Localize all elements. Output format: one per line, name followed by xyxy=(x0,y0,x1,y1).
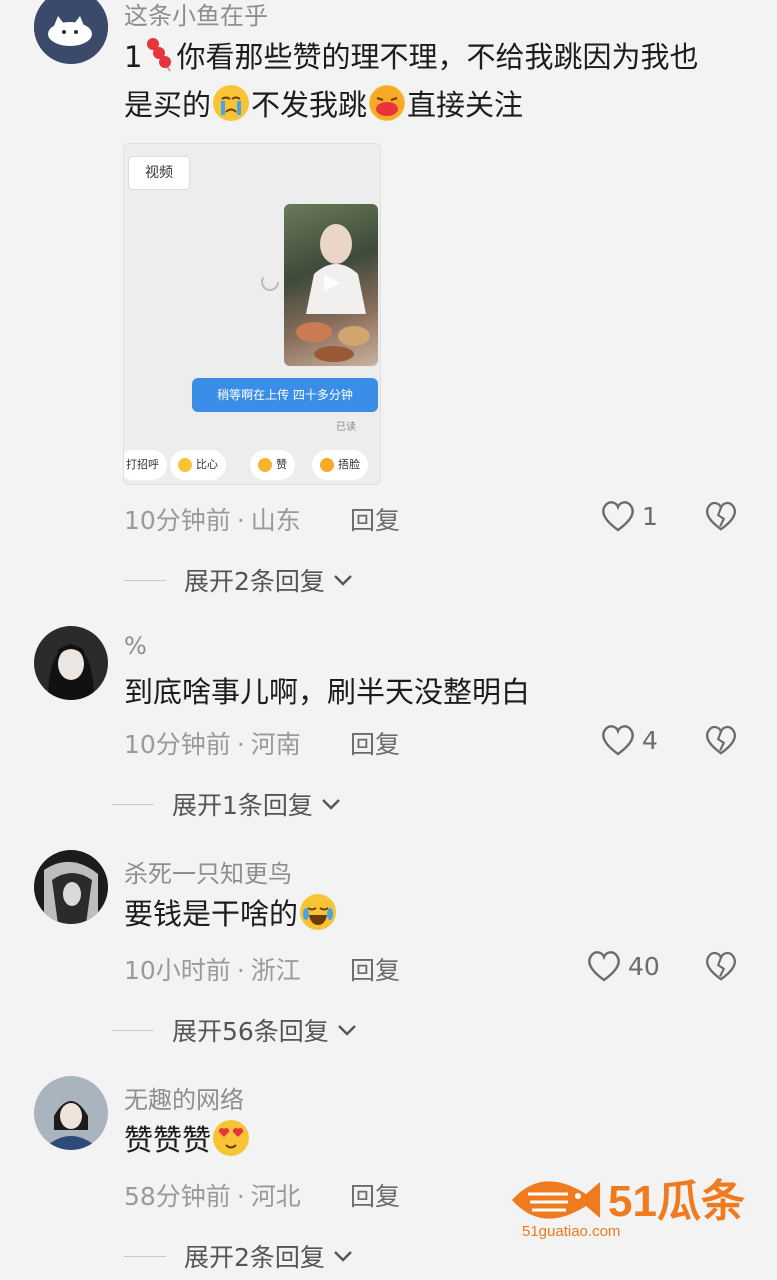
username[interactable]: 这条小鱼在乎 xyxy=(124,0,268,31)
quick-reply: 比心 xyxy=(170,450,226,480)
text-part: 赞赞赞 xyxy=(124,1123,212,1157)
divider-line xyxy=(112,803,154,805)
comment-text: 到底啥事儿啊，刷半天没整明白 xyxy=(124,675,531,709)
quick-reply-label: 捂脸 xyxy=(338,458,360,471)
expand-label: 展开2条回复 xyxy=(184,567,325,596)
chevron-down-icon xyxy=(334,575,352,586)
expand-replies-button[interactable]: 展开56条回复 xyxy=(112,1012,357,1048)
heart-outline-icon xyxy=(588,951,620,982)
like-count: 4 xyxy=(642,725,658,755)
location: 河南 xyxy=(250,730,301,759)
like-button[interactable]: 40 xyxy=(586,949,660,983)
timestamp: 58分钟前 xyxy=(124,1182,231,1211)
text-part: 要钱是干啥的 xyxy=(124,897,299,931)
avatar[interactable] xyxy=(34,626,108,700)
heart-eyes-emoji-icon xyxy=(213,1120,250,1156)
expand-label: 展开1条回复 xyxy=(172,791,313,820)
cat-avatar-icon xyxy=(34,0,108,64)
like-count: 1 xyxy=(642,501,658,531)
tanghulu-emoji-icon xyxy=(144,35,174,72)
chevron-down-icon xyxy=(337,1025,356,1036)
quick-reply-label: 比心 xyxy=(196,458,218,471)
separator: · xyxy=(236,730,245,759)
quick-reply: 打招呼 xyxy=(124,450,167,480)
timestamp: 10分钟前 xyxy=(124,730,231,759)
timestamp: 10小时前 xyxy=(124,956,231,985)
quick-reply: 赞 xyxy=(250,450,295,480)
username[interactable]: 杀死一只知更鸟 xyxy=(124,854,292,889)
expand-label: 展开2条回复 xyxy=(184,1243,325,1272)
comment-text: 要钱是干啥的 xyxy=(124,890,754,938)
text-part: 直接关注 xyxy=(407,88,524,122)
divider-line xyxy=(124,579,166,581)
heart-outline-icon xyxy=(602,725,634,756)
chevron-down-icon xyxy=(322,799,340,810)
text-part: 是买的 xyxy=(124,88,212,122)
expand-replies-button[interactable]: 展开2条回复 xyxy=(124,562,353,598)
avatar[interactable] xyxy=(34,1076,108,1150)
reply-button[interactable]: 回复 xyxy=(350,501,400,537)
comment-meta: 10分钟前 · 河南 xyxy=(124,725,301,761)
location: 河北 xyxy=(250,1182,301,1211)
username[interactable]: 无趣的网络 xyxy=(124,1080,244,1115)
timestamp: 10分钟前 xyxy=(124,506,231,535)
screenshot-video-thumbnail xyxy=(284,204,378,366)
heart-outline-icon xyxy=(602,501,634,532)
loading-spinner-icon xyxy=(261,273,279,291)
separator: · xyxy=(236,956,245,985)
reply-button[interactable]: 回复 xyxy=(350,951,400,987)
text-part: 不发我跳 xyxy=(251,88,368,122)
divider-line xyxy=(112,1029,154,1031)
broken-heart-icon[interactable] xyxy=(704,949,738,983)
text-part: 你看那些赞的理不理，不给我跳因为我也 xyxy=(176,40,699,74)
chevron-down-icon xyxy=(334,1251,352,1262)
comment-meta: 58分钟前 · 河北 xyxy=(124,1177,301,1213)
comment-meta: 10分钟前 · 山东 xyxy=(124,501,301,537)
expand-replies-button[interactable]: 展开1条回复 xyxy=(112,786,341,822)
quick-reply-label: 打招呼 xyxy=(126,458,159,471)
thumbs-up-icon xyxy=(258,458,272,472)
girl-portrait-avatar-icon xyxy=(34,626,108,700)
screenshot-read-status: 已读 xyxy=(336,422,356,433)
expand-replies-button[interactable]: 展开2条回复 xyxy=(124,1238,353,1274)
text-part: 1 xyxy=(124,40,143,74)
screenshot-video-tag: 视频 xyxy=(128,156,190,190)
screenshot-quick-reply-bar: 打招呼 比心 赞 捂脸 xyxy=(124,446,380,484)
comment-meta: 10小时前 · 浙江 xyxy=(124,951,301,987)
location: 山东 xyxy=(250,506,301,535)
comment-text: 1 你看那些赞的理不理，不给我跳因为我也 是买的 不发我跳 直接关注 xyxy=(124,33,754,129)
like-count: 40 xyxy=(628,951,660,981)
heart-hands-icon xyxy=(178,458,192,472)
watermark-logo: 51瓜条 51guatiao.com xyxy=(508,1164,758,1244)
avatar[interactable] xyxy=(34,850,108,924)
comment-text: 赞赞赞 xyxy=(124,1116,754,1164)
selfie-avatar-icon xyxy=(34,1076,108,1150)
watermark-brand: 51瓜条 xyxy=(608,1177,745,1226)
like-button[interactable]: 1 xyxy=(600,499,658,533)
expand-label: 展开56条回复 xyxy=(172,1017,329,1046)
quick-reply-label: 赞 xyxy=(276,458,287,471)
broken-heart-icon[interactable] xyxy=(704,499,738,533)
divider-line xyxy=(124,1255,166,1257)
separator: · xyxy=(236,1182,245,1211)
separator: · xyxy=(236,506,245,535)
attached-screenshot[interactable]: 视频 稍等啊在上传 四十多分钟 已读 打招呼 比心 赞 捂脸 xyxy=(123,143,381,485)
crying-laughing-emoji-icon xyxy=(300,894,337,930)
watermark-url: 51guatiao.com xyxy=(522,1223,620,1240)
location: 浙江 xyxy=(250,956,301,985)
username[interactable]: % xyxy=(124,632,147,660)
laughing-emoji-icon xyxy=(369,85,406,121)
dark-portrait-avatar-icon xyxy=(34,850,108,924)
quick-reply: 捂脸 xyxy=(312,450,368,480)
crying-emoji-icon xyxy=(213,85,250,121)
facepalm-icon xyxy=(320,458,334,472)
broken-heart-icon[interactable] xyxy=(704,723,738,757)
screenshot-chat-bubble: 稍等啊在上传 四十多分钟 xyxy=(192,378,378,412)
like-button[interactable]: 4 xyxy=(600,723,658,757)
reply-button[interactable]: 回复 xyxy=(350,1177,400,1213)
fish-logo-icon: 51瓜条 51guatiao.com xyxy=(512,1177,745,1240)
reply-button[interactable]: 回复 xyxy=(350,725,400,761)
avatar[interactable] xyxy=(34,0,108,64)
